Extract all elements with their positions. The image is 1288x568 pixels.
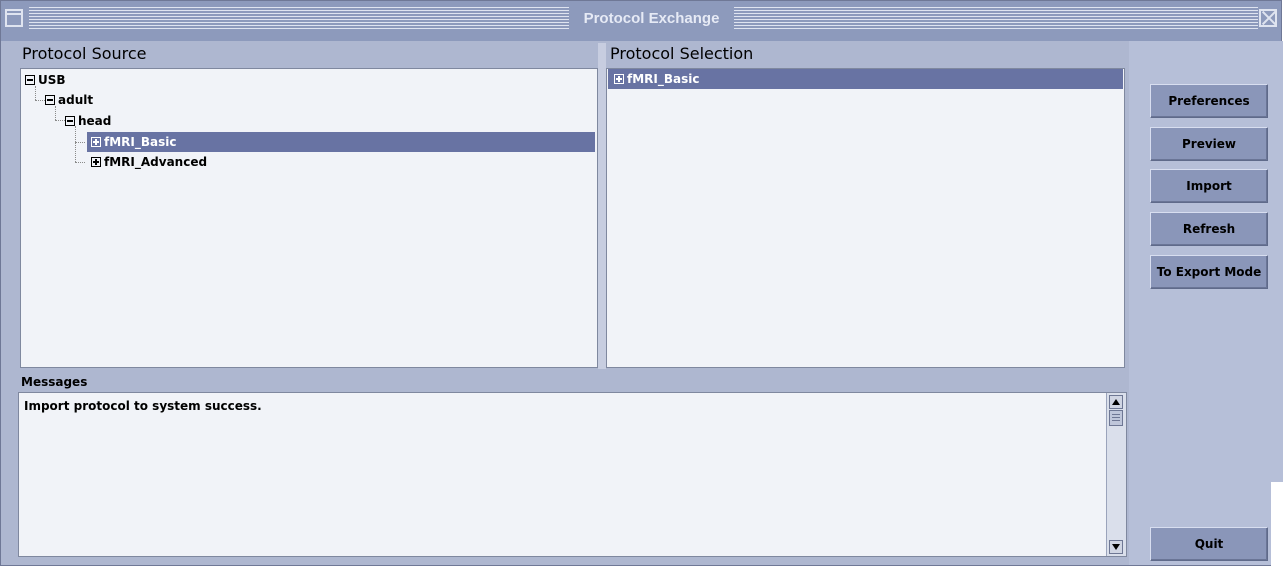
window-menu-icon[interactable] [5, 9, 23, 27]
protocol-selection-title: Protocol Selection [610, 44, 754, 63]
collapse-icon[interactable] [25, 75, 35, 85]
expand-icon[interactable] [91, 157, 101, 167]
messages-area[interactable]: Import protocol to system success. [18, 392, 1127, 557]
action-sidebar: Preferences Preview Import Refresh To Ex… [1129, 41, 1283, 565]
tree-line [35, 100, 45, 101]
export-mode-button[interactable]: To Export Mode [1150, 255, 1268, 289]
protocol-exchange-window: Protocol Exchange Protocol Source USB ad… [0, 0, 1283, 566]
tree-item-adult[interactable]: adult [45, 90, 245, 110]
tree-item-head[interactable]: head [65, 111, 265, 131]
refresh-button[interactable]: Refresh [1150, 212, 1268, 246]
close-icon[interactable] [1259, 9, 1277, 27]
tree-line [75, 126, 76, 162]
protocol-selection-list[interactable]: fMRI_Basic [606, 68, 1125, 368]
tree-line [75, 162, 85, 163]
title-bar-stripes-right [734, 7, 1258, 29]
collapse-icon[interactable] [45, 95, 55, 105]
scroll-down-icon[interactable] [1109, 540, 1123, 554]
selection-item-label: fMRI_Basic [627, 72, 700, 86]
title-bar[interactable]: Protocol Exchange [1, 1, 1281, 41]
tree-item-label: fMRI_Advanced [104, 155, 208, 169]
preferences-button[interactable]: Preferences [1150, 84, 1268, 118]
tree-item-fmri-advanced[interactable]: fMRI_Advanced [91, 152, 291, 172]
tree-item-fmri-basic[interactable]: fMRI_Basic [87, 132, 595, 152]
panel-splitter[interactable] [598, 43, 606, 369]
messages-title: Messages [21, 375, 88, 389]
tree-item-usb[interactable]: USB [25, 70, 225, 90]
tree-item-label: fMRI_Basic [104, 135, 177, 149]
collapse-icon[interactable] [65, 116, 75, 126]
protocol-source-tree[interactable]: USB adult head fMRI_Basic fMRI_Advanced [20, 68, 598, 368]
expand-icon[interactable] [614, 74, 624, 84]
messages-scrollbar[interactable] [1106, 393, 1126, 556]
tree-line [55, 120, 65, 121]
selection-item-fmri-basic[interactable]: fMRI_Basic [608, 69, 1123, 89]
expand-icon[interactable] [91, 137, 101, 147]
scroll-thumb[interactable] [1109, 410, 1123, 426]
preview-button[interactable]: Preview [1150, 127, 1268, 161]
import-button[interactable]: Import [1150, 169, 1268, 203]
quit-button[interactable]: Quit [1150, 527, 1268, 561]
tree-line [75, 142, 85, 143]
window-title: Protocol Exchange [583, 10, 720, 27]
title-bar-stripes-left [29, 7, 569, 29]
protocol-source-title: Protocol Source [22, 44, 147, 63]
tree-item-label: USB [38, 73, 66, 87]
scroll-up-icon[interactable] [1109, 395, 1123, 409]
tree-item-label: head [78, 114, 112, 128]
message-text: Import protocol to system success. [24, 399, 262, 413]
background-gap [1271, 482, 1288, 568]
tree-item-label: adult [58, 93, 94, 107]
